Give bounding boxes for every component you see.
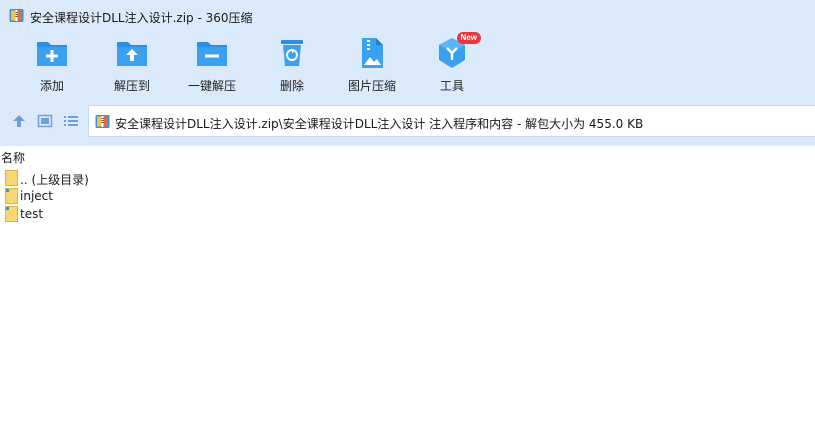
list-item-name: test [20,207,44,221]
file-list: .. (上级目录) inject test [0,169,815,223]
thumbnail-view-icon[interactable] [37,113,53,129]
delete-button-label: 删除 [279,79,304,93]
archive-app-icon [9,9,24,22]
one-click-extract-icon [197,42,227,66]
add-folder-icon [37,42,67,66]
title-bar: 安全课程设计DLL注入设计.zip - 360压缩 [0,0,815,32]
add-button-label: 添加 [39,79,64,93]
column-header-name[interactable]: 名称 [1,149,25,166]
folder-icon [5,206,18,222]
list-item-parent-directory[interactable]: .. (上级目录) [0,169,815,187]
new-badge: New [456,32,481,44]
tools-button-label: 工具 [439,79,464,93]
window-title: 安全课程设计DLL注入设计.zip - 360压缩 [30,11,253,25]
delete-button[interactable]: 删除 [252,36,332,98]
list-header: 名称 [0,146,815,166]
up-arrow-icon[interactable] [11,113,27,129]
archive-icon [95,115,110,128]
list-item-name: inject [20,189,53,203]
address-path: 安全课程设计DLL注入设计.zip\安全课程设计DLL注入设计 注入程序和内容 … [115,117,644,131]
list-item-name: .. (上级目录) [20,173,89,187]
window-chrome: 安全课程设计DLL注入设计.zip - 360压缩 添加 解压到 一键解压 删除… [0,0,815,146]
one-click-extract-button-label: 一键解压 [187,79,236,93]
tools-button[interactable]: New 工具 [412,32,492,98]
list-item-test[interactable]: test [0,205,815,223]
main-toolbar: 添加 解压到 一键解压 删除 图片压缩 New 工具 [0,32,815,98]
folder-icon [5,170,18,186]
image-compress-icon [362,38,383,68]
image-compress-button[interactable]: 图片压缩 [332,36,412,98]
add-button[interactable]: 添加 [12,36,92,98]
address-bar[interactable]: 安全课程设计DLL注入设计.zip\安全课程设计DLL注入设计 注入程序和内容 … [88,105,815,137]
one-click-extract-button[interactable]: 一键解压 [172,36,252,98]
tools-icon-wrap: New [435,32,481,70]
list-item-inject[interactable]: inject [0,187,815,205]
extract-to-button[interactable]: 解压到 [92,36,172,98]
list-view-icon[interactable] [63,113,79,129]
folder-icon [5,188,18,204]
extract-to-button-label: 解压到 [113,79,150,93]
image-compress-button-label: 图片压缩 [347,79,396,93]
extract-folder-icon [117,42,147,66]
navigation-bar: 安全课程设计DLL注入设计.zip\安全课程设计DLL注入设计 注入程序和内容 … [0,105,815,137]
trash-icon [281,40,303,66]
